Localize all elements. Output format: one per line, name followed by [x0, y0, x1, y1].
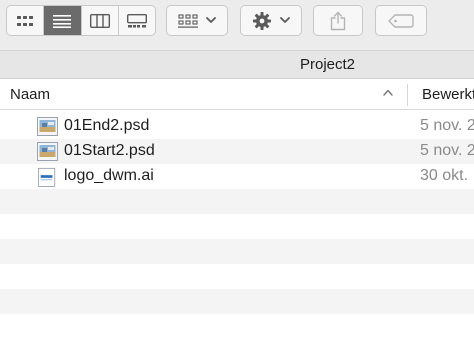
finder-window: Project2 Naam Bewerkt 01End2.psd 5 nov. …: [0, 0, 474, 338]
empty-row: [0, 239, 474, 264]
file-name: 01End2.psd: [64, 117, 150, 134]
path-bar: Project2: [0, 50, 474, 79]
file-date: 30 okt.: [420, 167, 469, 184]
psd-file-icon: [37, 117, 58, 136]
toolbar: [0, 0, 474, 50]
gallery-view-button[interactable]: [119, 6, 155, 35]
ai-file-icon: [38, 167, 56, 187]
column-view-icon: [89, 13, 110, 28]
list-view-button[interactable]: [44, 6, 82, 35]
file-row[interactable]: 01Start2.psd 5 nov. 2: [0, 139, 474, 164]
file-date: 5 nov. 2: [420, 117, 474, 134]
file-list: 01End2.psd 5 nov. 2 01Start2.psd 5 nov. …: [0, 114, 474, 338]
sort-ascending-icon[interactable]: [383, 89, 393, 96]
file-name: 01Start2.psd: [64, 142, 155, 159]
empty-row: [0, 289, 474, 314]
empty-row: [0, 189, 474, 214]
file-date: 5 nov. 2: [420, 142, 474, 159]
file-row[interactable]: 01End2.psd 5 nov. 2: [0, 114, 474, 139]
share-button[interactable]: [313, 5, 363, 36]
column-view-button[interactable]: [82, 6, 119, 35]
name-column-header[interactable]: Naam: [10, 86, 50, 103]
group-grid-icon: [178, 13, 198, 28]
column-header: Naam Bewerkt: [0, 80, 474, 110]
view-mode-group: [6, 5, 156, 36]
folder-title: Project2: [300, 56, 356, 73]
column-divider[interactable]: [407, 84, 408, 106]
empty-row: [0, 214, 474, 239]
empty-row: [0, 314, 474, 338]
empty-row: [0, 264, 474, 289]
tag-icon: [388, 13, 414, 28]
psd-file-icon: [37, 142, 58, 161]
list-view-icon: [53, 14, 72, 28]
icon-view-button[interactable]: [7, 6, 45, 35]
date-column-header[interactable]: Bewerkt: [422, 86, 474, 103]
tag-button[interactable]: [375, 5, 427, 36]
file-name: logo_dwm.ai: [64, 167, 154, 184]
group-by-button[interactable]: [166, 5, 228, 36]
file-row[interactable]: logo_dwm.ai 30 okt.: [0, 164, 474, 189]
chevron-down-icon: [280, 17, 290, 23]
share-icon: [330, 11, 346, 30]
gear-icon: [253, 11, 271, 30]
chevron-down-icon: [206, 17, 216, 23]
icon-view-icon: [17, 15, 34, 26]
gallery-view-icon: [126, 13, 147, 27]
action-menu-button[interactable]: [240, 5, 302, 36]
